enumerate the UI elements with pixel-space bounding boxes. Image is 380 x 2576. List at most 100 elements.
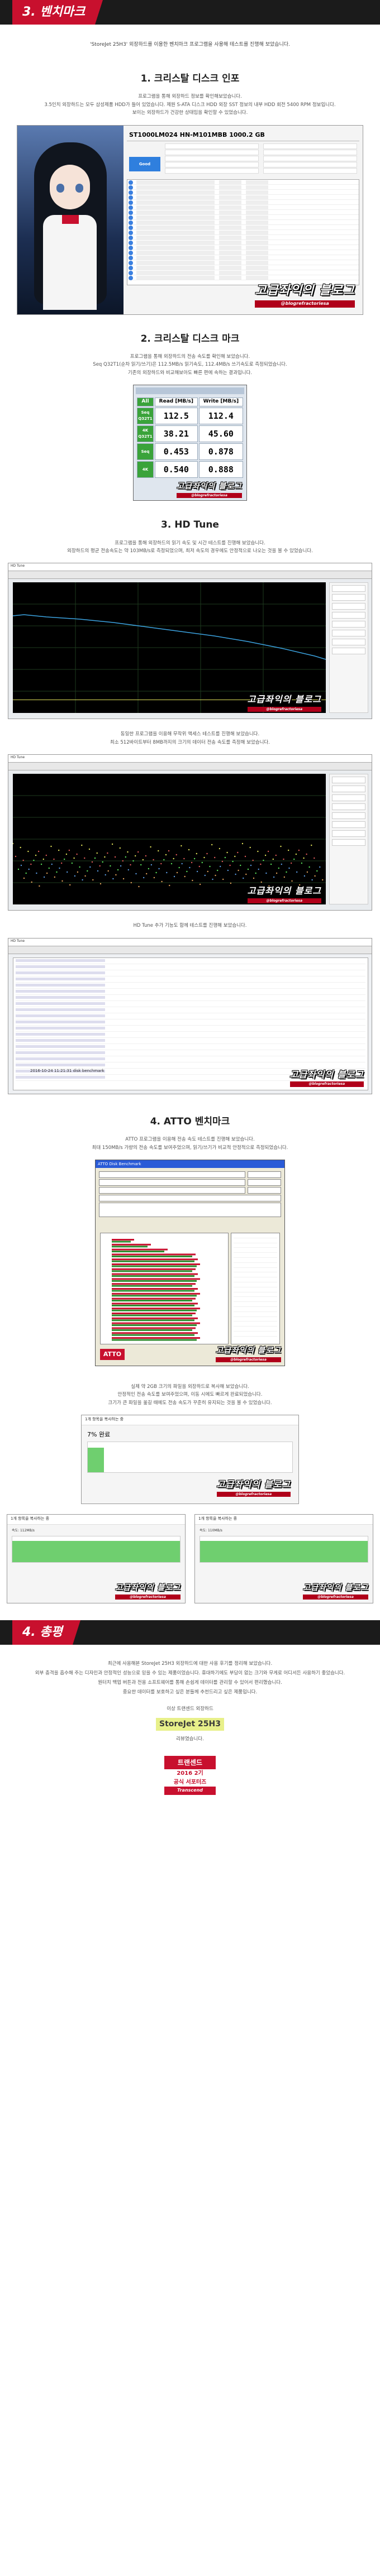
scatter-point xyxy=(99,883,102,885)
scatter-point xyxy=(186,871,188,873)
row-label[interactable]: Seq Q32T1 xyxy=(137,408,154,425)
atto-read-bar xyxy=(112,1339,197,1341)
hdtune-line: 동일한 프로그램을 이용해 무작위 액세스 테스트를 진행해 보았습니다. xyxy=(120,731,260,738)
disk-model: ST1000LM024 HN-M101MBB 1000.2 GB xyxy=(127,129,359,141)
scatter-point xyxy=(150,846,151,848)
copy-dialog-screenshot: 1개 항목을 복사하는 중 7% 완료 고급좌익의 블로그 @blogrefra… xyxy=(81,1415,299,1505)
scatter-point xyxy=(81,845,83,846)
scatter-point xyxy=(188,849,190,851)
atto-write-bar xyxy=(112,1322,200,1324)
scatter-point xyxy=(252,860,254,861)
section-title: 3. 벤치마크 xyxy=(12,0,103,25)
scatter-point xyxy=(158,850,159,852)
scatter-point xyxy=(112,878,114,880)
scatter-point xyxy=(135,855,136,857)
scatter-point xyxy=(169,885,170,887)
cdm-line: 기존의 외장하드와 비교해보아도 빠른 편에 속하는 결과입니다. xyxy=(127,370,253,376)
scatter-point xyxy=(303,858,305,859)
atto-value-row xyxy=(234,1321,277,1327)
atto-read-bar xyxy=(112,1241,131,1243)
scatter-point xyxy=(94,858,96,859)
hdtune-tabs xyxy=(8,946,372,954)
scatter-point xyxy=(224,857,226,859)
scatter-point xyxy=(173,876,175,878)
scatter-point xyxy=(226,852,228,854)
scatter-point xyxy=(175,854,177,856)
scatter-point xyxy=(120,865,122,867)
atto-write-bar xyxy=(112,1268,196,1270)
atto-value-row xyxy=(234,1277,277,1282)
scatter-point xyxy=(214,857,216,859)
scatter-point xyxy=(79,866,80,868)
scatter-point xyxy=(253,878,255,879)
scatter-point xyxy=(286,872,287,873)
scatter-point xyxy=(298,850,300,851)
scatter-point xyxy=(180,845,182,847)
cdm-toolbar xyxy=(136,387,244,395)
copy-dialogs-row: 1개 항목을 복사하는 중 속도: 112MB/s 고급좌익의 블로그 @blo… xyxy=(7,1514,373,1604)
atto-read-bar xyxy=(112,1324,197,1327)
atto-read-bar xyxy=(112,1314,192,1316)
watermark: 고급좌익의 블로그 @blogrefractoriesa xyxy=(255,281,355,308)
scatter-point xyxy=(145,855,147,857)
scatter-point xyxy=(207,871,208,873)
scatter-point xyxy=(238,870,239,872)
all-button[interactable]: All xyxy=(137,398,154,407)
atto-write-bar xyxy=(112,1283,196,1285)
scatter-point xyxy=(221,861,224,863)
atto-write-bar xyxy=(112,1273,198,1275)
scatter-point xyxy=(102,861,103,863)
atto-value-row xyxy=(234,1248,277,1253)
atto-read-bar xyxy=(112,1334,194,1336)
smart-row xyxy=(127,260,359,265)
section-header-summary: 4. 총평 xyxy=(0,1620,380,1645)
scatter-point xyxy=(142,859,144,861)
scatter-point xyxy=(291,880,293,882)
scatter-point xyxy=(64,859,65,860)
hdtune-titlebar: HD Tune xyxy=(8,563,372,572)
scatter-point xyxy=(111,844,113,845)
scatter-point xyxy=(209,866,211,868)
scatter-point xyxy=(20,847,21,849)
atto-value-row xyxy=(234,1258,277,1263)
scatter-point xyxy=(196,853,197,855)
hdtune-extra-screenshot: HD Tune 2016-10-24 11:21:31 disk benchma… xyxy=(8,937,372,1094)
result-row xyxy=(16,983,365,989)
scatter-point xyxy=(217,870,218,872)
closing-text: 이상 트랜센드 외장하드 xyxy=(167,1706,213,1712)
row-label[interactable]: Seq xyxy=(137,443,154,461)
scatter-point xyxy=(127,851,129,853)
hdtune-side-panel xyxy=(329,582,368,714)
health-status: Good xyxy=(129,156,160,171)
hdtune-tabs xyxy=(8,571,372,580)
hdtune-description: 프로그램을 통해 외장하드의 읽기 속도 및 시간 테스트를 진행해 보았습니다… xyxy=(0,539,380,556)
scatter-point xyxy=(155,872,157,874)
scatter-point xyxy=(37,851,40,853)
smart-row xyxy=(127,210,359,215)
row-label[interactable]: 4K xyxy=(137,461,154,478)
scatter-point xyxy=(189,867,191,869)
scatter-point xyxy=(132,860,134,862)
scatter-point xyxy=(40,864,42,865)
result-row xyxy=(16,995,365,1001)
hdtune-title: 3. HD Tune xyxy=(161,519,219,531)
cdi-line: 프로그램을 통해 외장하드 정보를 확인해보았습니다. xyxy=(138,94,242,100)
atto-write-bar xyxy=(112,1303,198,1305)
atto-value-row xyxy=(234,1312,277,1317)
cdm-row: Seq 0.453 0.878 xyxy=(137,443,243,461)
row-label[interactable]: 4K Q32T1 xyxy=(137,425,154,443)
scatter-point xyxy=(247,869,249,870)
award-logo: Transcend xyxy=(164,1787,216,1795)
scatter-point xyxy=(206,853,208,855)
scatter-point xyxy=(183,858,185,860)
result-row xyxy=(16,1057,365,1062)
read-value: 0.540 xyxy=(155,461,198,478)
scatter-point xyxy=(291,863,292,864)
write-value: 0.878 xyxy=(198,443,243,461)
atto-settings xyxy=(96,1168,284,1222)
atto-read-bar xyxy=(112,1300,192,1302)
watermark: 고급좌익의 블로그 @blogrefractoriesa xyxy=(216,1346,281,1362)
atto-value-row xyxy=(234,1307,277,1312)
hdtune-line: 외장하드의 평균 전송속도는 약 103MB/s로 측정되었으며, 최저 속도의… xyxy=(67,548,313,554)
cdm-line: Seq Q32T1(순차 읽기/쓰기)은 112.5MB/s 읽기속도, 112… xyxy=(93,362,287,368)
